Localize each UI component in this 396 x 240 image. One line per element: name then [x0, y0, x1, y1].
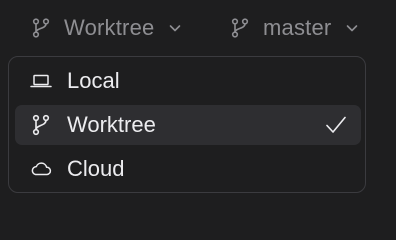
checkmark-icon	[325, 115, 347, 135]
branch-icon	[229, 17, 251, 39]
chevron-down-icon	[168, 21, 182, 35]
menu-item-cloud[interactable]: Cloud	[15, 149, 361, 189]
toolbar: Worktree master	[0, 0, 396, 56]
menu-item-local[interactable]: Local	[15, 61, 361, 101]
cloud-icon	[29, 158, 53, 180]
environment-selector-label: Worktree	[64, 15, 155, 40]
branch-selector-label: master	[263, 15, 332, 40]
branch-icon	[29, 114, 53, 136]
environment-selector-button[interactable]: Worktree	[30, 8, 182, 48]
branch-icon	[30, 17, 52, 39]
menu-item-worktree[interactable]: Worktree	[15, 105, 361, 145]
laptop-icon	[29, 70, 53, 92]
menu-item-label: Local	[67, 68, 120, 93]
environment-dropdown-menu: Local Worktree Cloud	[8, 56, 366, 193]
root: Worktree master Local Worktree Cloud	[0, 0, 396, 216]
menu-item-label: Cloud	[67, 156, 125, 181]
menu-item-label: Worktree	[67, 112, 156, 137]
branch-selector-button[interactable]: master	[229, 8, 359, 48]
chevron-down-icon	[345, 21, 359, 35]
